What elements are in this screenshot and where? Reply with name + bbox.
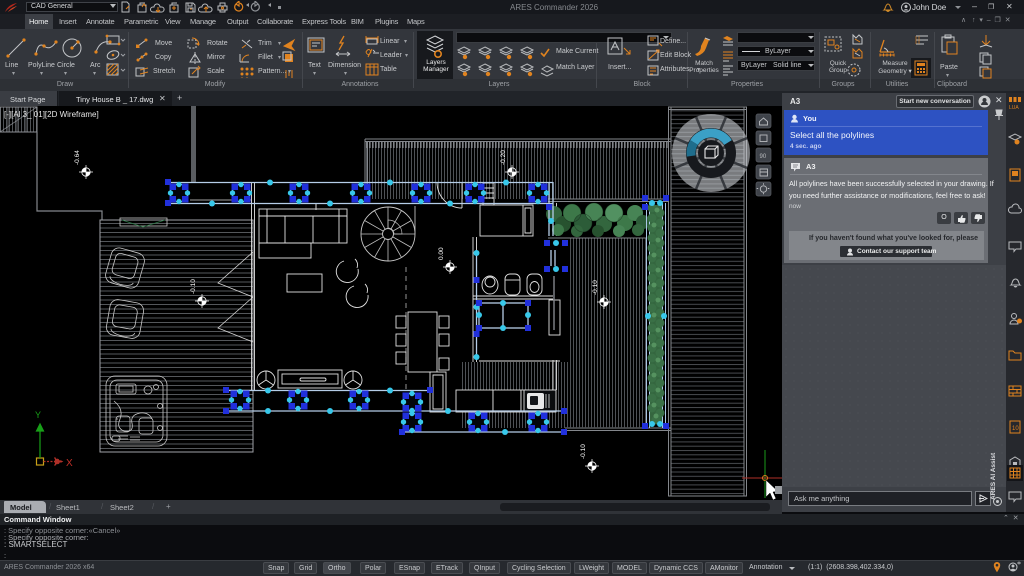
svg-text:[-][Al 3_ 01][2D Wireframe]: [-][Al 3_ 01][2D Wireframe] [4, 110, 99, 119]
svg-text:X: X [66, 458, 73, 469]
svg-text:-0.10: -0.10 [580, 444, 587, 459]
svg-text:-0.10: -0.10 [592, 280, 599, 295]
svg-text:-0.20: -0.20 [500, 150, 507, 165]
svg-text:LUA: LUA [1009, 105, 1019, 111]
svg-text:-0.64: -0.64 [74, 150, 81, 165]
svg-text:0.00: 0.00 [438, 247, 445, 260]
svg-text:-0.10: -0.10 [190, 279, 197, 294]
svg-text:Y: Y [35, 410, 41, 420]
svg-text:90: 90 [760, 154, 767, 160]
svg-text:10: 10 [1012, 426, 1019, 432]
